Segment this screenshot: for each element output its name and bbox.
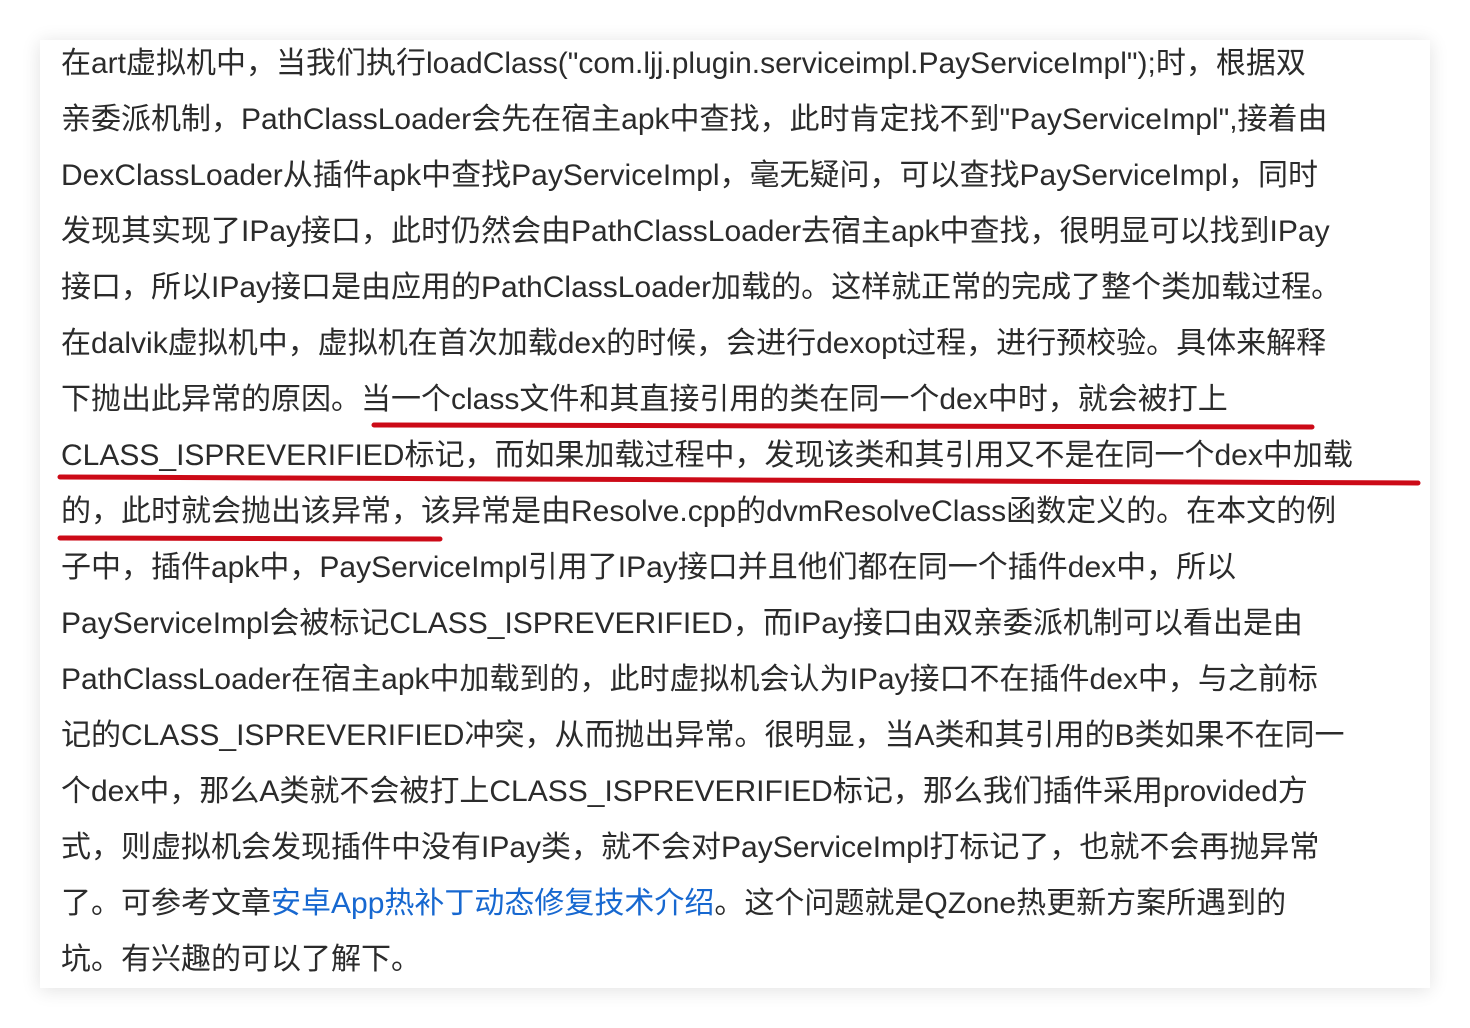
text-line: 在dalvik虚拟机中，虚拟机在首次加载dex的时候，会进行dexopt过程，进…: [61, 327, 1327, 360]
text-line: 坑。有兴趣的可以了解下。: [61, 943, 421, 976]
text-line: CLASS_ISPREVERIFIED标记，而如果加载过程中，发现该类和其引用又…: [61, 439, 1353, 472]
text-line: 记的CLASS_ISPREVERIFIED冲突，从而抛出异常。很明显，当A类和其…: [61, 719, 1345, 752]
article-body: 在art虚拟机中，当我们执行loadClass("com.ljj.plugin.…: [61, 36, 1353, 988]
article-link-hotfix-intro[interactable]: 安卓App热补丁动态修复技术介绍: [271, 887, 714, 920]
text-segment: 。这个问题就是QZone热更新方案所遇到的: [714, 887, 1287, 920]
text-line-with-link: 了。可参考文章安卓App热补丁动态修复技术介绍。这个问题就是QZone热更新方案…: [61, 876, 1353, 932]
text-line: 子中，插件apk中，PayServiceImpl引用了IPay接口并且他们都在同…: [61, 551, 1237, 584]
text-line: PayServiceImpl会被标记CLASS_ISPREVERIFIED，而I…: [61, 607, 1303, 640]
text-line: 接口，所以IPay接口是由应用的PathClassLoader加载的。这样就正常…: [61, 271, 1342, 304]
text-line: 式，则虚拟机会发现插件中没有IPay类，就不会对PayServiceImpl打标…: [61, 831, 1320, 864]
text-line: PathClassLoader在宿主apk中加载到的，此时虚拟机会认为IPay接…: [61, 663, 1318, 696]
text-line: 亲委派机制，PathClassLoader会先在宿主apk中查找，此时肯定找不到…: [61, 103, 1328, 136]
text-line: 在art虚拟机中，当我们执行loadClass("com.ljj.plugin.…: [61, 47, 1306, 80]
text-segment: 了。可参考文章: [61, 887, 271, 920]
text-line: 下抛出此异常的原因。当一个class文件和其直接引用的类在同一个dex中时，就会…: [61, 383, 1228, 416]
text-line: 发现其实现了IPay接口，此时仍然会由PathClassLoader去宿主apk…: [61, 215, 1330, 248]
text-line: DexClassLoader从插件apk中查找PayServiceImpl，毫无…: [61, 159, 1318, 192]
text-line: 个dex中，那么A类就不会被打上CLASS_ISPREVERIFIED标记，那么…: [61, 775, 1308, 808]
text-line: 的，此时就会抛出该异常，该异常是由Resolve.cpp的dvmResolveC…: [61, 495, 1337, 528]
